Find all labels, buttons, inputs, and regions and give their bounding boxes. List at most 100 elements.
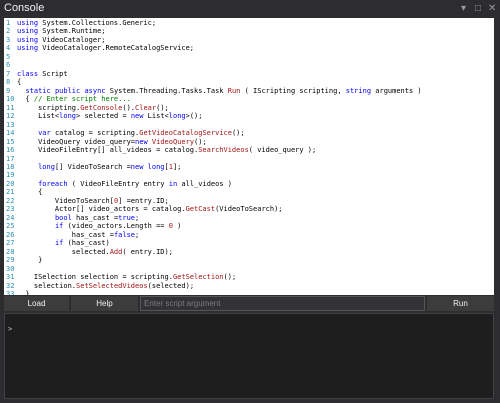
code-line: 31 ISelection selection = scripting.GetS… — [6, 273, 422, 281]
code-lines: 1 using System.Collections.Generic; 2 using… — [6, 19, 422, 295]
code-token: string — [345, 86, 372, 95]
code-token: Actor[] video_actors = catalog. — [17, 205, 186, 214]
script-argument-input[interactable] — [140, 296, 425, 311]
code-line: 14 var catalog = scripting.GetVideoCatal… — [6, 129, 422, 137]
code-token: static public async — [25, 86, 106, 95]
code-token: GetCast — [185, 205, 216, 214]
code-token: ( video_query ); — [248, 146, 317, 155]
line-number: 17 — [6, 154, 15, 163]
line-number: 3 — [6, 35, 11, 44]
code-token: VideoCataloger.RemoteCatalogService; — [38, 44, 195, 53]
code-token: Script — [38, 69, 68, 78]
code-token: // Enter script here... — [33, 95, 131, 104]
code-line: 24 bool has_cast =true; — [6, 214, 422, 222]
code-token: >(); — [185, 112, 203, 121]
code-token: scripting. — [17, 103, 81, 112]
code-token: using — [17, 44, 39, 53]
code-line: 9 static public async System.Threading.T… — [6, 87, 422, 95]
code-token: has_cast = — [17, 230, 114, 239]
code-token: ISelection selection = scripting. — [17, 273, 173, 282]
line-number: 15 — [6, 137, 15, 146]
code-line: 33 } — [6, 290, 422, 295]
code-token: foreach — [38, 179, 68, 188]
code-token: (); — [156, 103, 169, 112]
line-number: 21 — [6, 188, 15, 197]
line-number: 5 — [6, 52, 11, 61]
code-token: VideoQuery video_query= — [17, 137, 136, 146]
line-number: 23 — [6, 205, 15, 214]
code-token: (); — [194, 137, 207, 146]
console-output[interactable]: > — [4, 313, 494, 399]
code-token: List< — [143, 112, 169, 121]
code-token: ] =entry.ID; — [118, 196, 169, 205]
code-line: 28 selected.Add( entry.ID); — [6, 248, 422, 256]
code-token: VideoCataloger; — [38, 35, 106, 44]
line-number: 25 — [6, 222, 15, 231]
code-token: in — [168, 179, 178, 188]
code-token: new — [135, 137, 148, 146]
code-line: 13 — [6, 121, 422, 129]
line-number: 22 — [6, 196, 15, 205]
code-line: 22 VideoToSearch[0] =entry.ID; — [6, 197, 422, 205]
run-button[interactable]: Run — [427, 296, 494, 311]
window-title: Console — [4, 2, 45, 14]
code-token: new long — [130, 162, 165, 171]
code-token: GetVideoCatalogService — [139, 129, 232, 138]
dropdown-icon[interactable]: ▾ — [461, 3, 466, 15]
code-token: ; — [135, 230, 140, 239]
line-number: 9 — [6, 86, 11, 95]
line-number: 12 — [6, 112, 15, 121]
code-token: (). — [122, 103, 136, 112]
code-token: selection. — [17, 281, 77, 290]
code-line: 1 using System.Collections.Generic; — [6, 19, 422, 27]
code-token: System.Threading.Tasks.Task — [105, 86, 228, 95]
line-number: 1 — [6, 19, 11, 27]
code-line: 17 — [6, 155, 422, 163]
script-editor[interactable]: 1 using System.Collections.Generic; 2 using… — [4, 18, 494, 295]
code-line: 29 } — [6, 256, 422, 264]
code-line: 20 foreach ( VideoFileEntry entry in all… — [6, 180, 422, 188]
code-token: ]; — [172, 162, 182, 171]
code-token: false — [113, 230, 136, 239]
line-number: 18 — [6, 162, 15, 171]
line-number: 2 — [6, 27, 11, 36]
code-line: 25 if (video_actors.Length == 0 ) — [6, 222, 422, 230]
line-number: 10 — [6, 95, 15, 104]
code-token: ; — [135, 213, 140, 222]
line-number: 13 — [6, 120, 15, 129]
code-token: VideoToSearch[ — [17, 196, 114, 205]
code-line: 6 — [6, 61, 422, 69]
code-token: selected. — [17, 247, 110, 256]
line-number: 11 — [6, 103, 15, 112]
code-line: 11 scripting.GetConsole().Clear(); — [6, 104, 422, 112]
code-token: (video_actors.Length == — [63, 222, 169, 231]
code-token: using — [17, 27, 39, 36]
code-token: long — [38, 162, 55, 171]
line-number: 33 — [6, 290, 15, 295]
code-token: VideoQuery — [151, 137, 195, 146]
help-button[interactable]: Help — [71, 296, 138, 311]
code-line: 2 using System.Runtime; — [6, 27, 422, 35]
line-number: 26 — [6, 230, 15, 239]
maximize-icon[interactable]: □ — [475, 3, 481, 15]
code-token: > selected = — [76, 112, 131, 121]
line-number: 16 — [6, 146, 15, 155]
code-token: catalog = scripting. — [50, 129, 140, 138]
line-number: 7 — [6, 69, 11, 78]
code-token: GetConsole — [80, 103, 123, 112]
code-token: (); — [223, 273, 237, 282]
code-token: class — [17, 69, 39, 78]
code-token: Clear — [135, 103, 157, 112]
code-token: Add — [109, 247, 123, 256]
line-number: 4 — [6, 44, 11, 53]
code-token: using — [17, 19, 39, 27]
code-line: 7 class Script — [6, 70, 422, 78]
code-token: List< — [17, 112, 60, 121]
code-line: 5 — [6, 53, 422, 61]
close-icon[interactable]: ✕ — [488, 3, 496, 15]
load-button[interactable]: Load — [4, 296, 69, 311]
title-bar: Console ▾ □ ✕ — [0, 0, 500, 18]
